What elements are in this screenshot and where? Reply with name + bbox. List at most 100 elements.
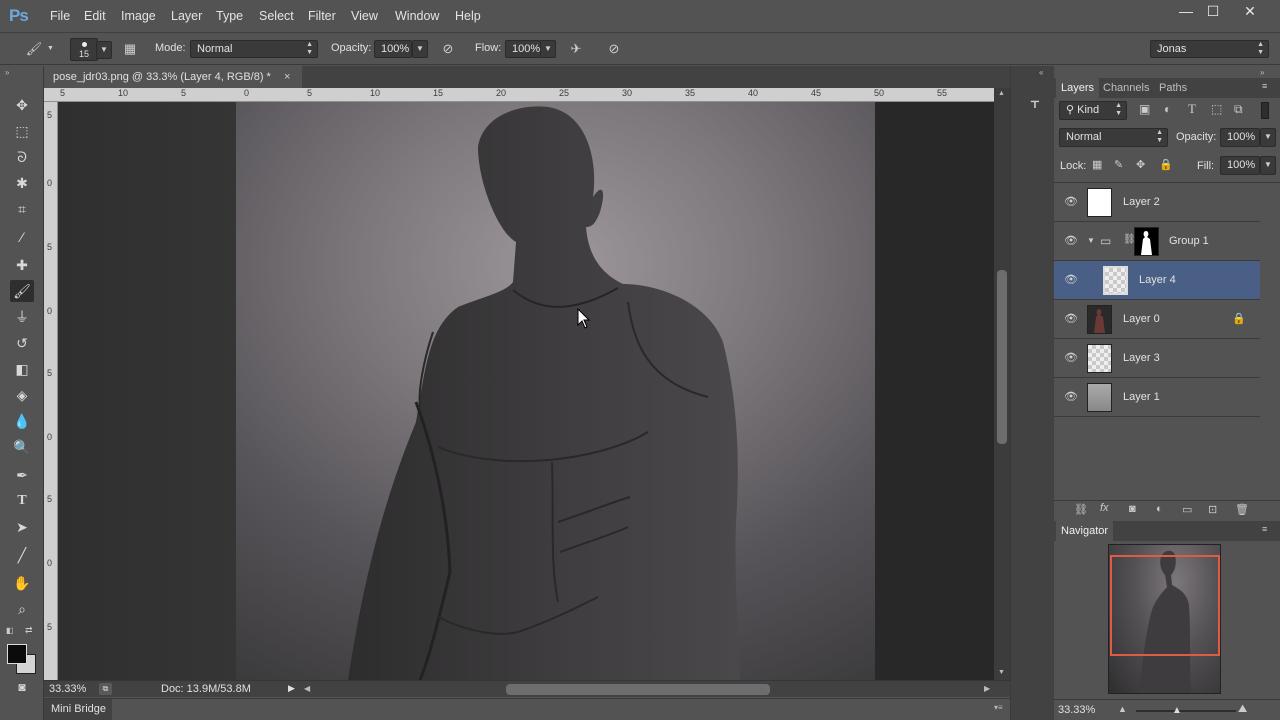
opacity-input[interactable]: 100% [374,40,412,58]
preset-dropdown-arrow-icon[interactable]: ▼ [47,45,54,52]
lasso-tool-icon[interactable]: ᘐ [10,146,34,168]
mini-bridge-tab[interactable]: Mini Bridge [44,699,112,720]
menu-file[interactable]: File [50,9,70,23]
collapse-toolbar-icon[interactable]: » [5,68,9,77]
lock-all-icon[interactable]: 🔒 [1159,158,1173,171]
status-menu-arrow-icon[interactable]: ▶ [288,683,295,694]
document-tab[interactable]: pose_jdr03.png @ 33.3% (Layer 4, RGB/8) … [44,66,302,88]
lock-transparent-icon[interactable]: ▦ [1092,158,1102,171]
menu-layer[interactable]: Layer [171,9,202,23]
menu-filter[interactable]: Filter [308,9,336,23]
fill-input[interactable]: 100% [1220,156,1260,175]
healing-brush-tool-icon[interactable]: ✚ [10,254,34,276]
menu-select[interactable]: Select [259,9,294,23]
lock-position-icon[interactable]: ✥ [1136,158,1145,171]
layer-name[interactable]: Layer 1 [1123,391,1160,403]
layer-name[interactable]: Layer 4 [1139,274,1176,286]
flow-input[interactable]: 100% [505,40,541,58]
pressure-opacity-icon[interactable]: ⊘ [438,39,458,59]
navigator-panel-menu-icon[interactable]: ≡ [1262,524,1267,534]
scroll-left-icon[interactable]: ◀ [304,684,310,693]
layer-opacity-dropdown-icon[interactable]: ▼ [1260,128,1276,147]
menu-help[interactable]: Help [455,9,481,23]
lock-image-pixels-icon[interactable]: ✎ [1114,158,1123,171]
zoom-in-icon[interactable]: ⛰ [1238,703,1247,716]
menu-image[interactable]: Image [121,9,156,23]
blend-mode-select[interactable]: Normal ▲ ▼ [1059,128,1168,147]
flow-dropdown-icon[interactable]: ▼ [540,40,556,58]
panel-menu-icon[interactable]: ▾≡ [994,703,1003,712]
history-brush-tool-icon[interactable]: ↺ [10,332,34,354]
opacity-dropdown-icon[interactable]: ▼ [412,40,428,58]
layer-name[interactable]: Layer 0 [1123,313,1160,325]
new-group-icon[interactable]: ▭ [1182,503,1192,516]
menu-window[interactable]: Window [395,9,439,23]
layer-style-icon[interactable]: fx [1100,502,1109,514]
layer-row-layer-4[interactable]: 👁 Layer 4 [1054,261,1260,300]
dodge-tool-icon[interactable]: 🔍 [10,436,34,458]
eyedropper-tool-icon[interactable]: ⁄ [10,226,34,248]
zoom-slider-track[interactable] [1136,710,1236,712]
new-layer-icon[interactable]: ⊡ [1208,503,1217,516]
layer-filter-select[interactable]: ⚲ Kind ▲ ▼ [1059,101,1127,120]
pixel-filter-icon[interactable]: ▣ [1139,102,1150,116]
layer-name[interactable]: Layer 3 [1123,352,1160,364]
layer-row-group-1[interactable]: 👁 ▼ ▭ ⛓ Group 1 [1054,222,1260,261]
eye-icon[interactable]: 👁 [1064,273,1078,287]
crop-tool-icon[interactable]: ⌗ [10,198,34,220]
expand-group-icon[interactable]: ▼ [1087,236,1095,245]
zoom-level[interactable]: 33.33% [49,683,86,695]
navigator-preview[interactable] [1108,544,1221,694]
swap-colors-icon[interactable]: ⇄ [25,625,33,636]
line-tool-icon[interactable]: ╱ [10,544,34,566]
blur-tool-icon[interactable]: 💧 [10,410,34,432]
layer-name[interactable]: Group 1 [1169,235,1209,247]
vertical-scrollbar[interactable]: ▲ ▼ [994,88,1010,680]
layer-opacity-input[interactable]: 100% [1220,128,1260,147]
tab-layers[interactable]: Layers [1056,78,1100,98]
eraser-tool-icon[interactable]: ◧ [10,358,34,380]
pressure-size-icon[interactable]: ⊘ [604,39,624,59]
menu-type[interactable]: Type [216,9,243,23]
brush-tool-preset-icon[interactable]: 🖌 [24,39,44,59]
workspace-select[interactable]: Jonas ▲ ▼ [1150,40,1269,58]
scroll-right-icon[interactable]: ▶ [984,684,990,693]
mode-select[interactable]: Normal ▲ ▼ [190,40,318,58]
zoom-tool-icon[interactable]: ⌕ [10,598,34,620]
brush-size-dropdown-icon[interactable]: ▼ [96,41,112,59]
scroll-down-icon[interactable]: ▼ [998,669,1005,676]
close-window-button[interactable]: ✕ [1235,2,1265,20]
layer-row-layer-2[interactable]: 👁 Layer 2 [1054,183,1260,222]
minimize-button[interactable]: — [1171,2,1201,20]
eye-icon[interactable]: 👁 [1064,312,1078,326]
zoom-out-icon[interactable]: ▲ [1118,704,1127,714]
layers-panel-menu-icon[interactable]: ≡ [1262,81,1267,91]
path-selection-tool-icon[interactable]: ➤ [10,516,34,538]
menu-edit[interactable]: Edit [84,9,106,23]
brush-size-picker[interactable]: 15 [70,38,98,61]
tab-navigator[interactable]: Navigator [1056,521,1114,541]
layer-row-layer-0[interactable]: 👁 Layer 0 🔒 [1054,300,1260,339]
delete-layer-icon[interactable]: 🗑 [1235,503,1249,516]
smart-object-filter-icon[interactable]: ⧉ [1234,102,1243,117]
pen-tool-icon[interactable]: ✒ [10,464,34,486]
filter-toggle-switch[interactable] [1261,102,1269,119]
brush-tool-icon[interactable]: 🖌 [10,280,34,302]
brush-panel-toggle-icon[interactable]: ▦ [120,39,140,59]
tab-channels[interactable]: Channels [1098,78,1154,98]
type-filter-icon[interactable]: T [1188,101,1196,117]
fill-dropdown-icon[interactable]: ▼ [1260,156,1276,175]
add-mask-icon[interactable]: ◙ [1129,503,1136,515]
adjustment-layer-icon[interactable]: ◐ [1156,503,1163,515]
close-document-icon[interactable]: × [284,66,290,88]
scroll-up-icon[interactable]: ▲ [998,90,1005,97]
horizontal-scroll-thumb[interactable] [506,684,770,695]
shape-filter-icon[interactable]: ⬚ [1211,102,1222,116]
clone-stamp-tool-icon[interactable]: ⏚ [10,306,34,328]
eye-icon[interactable]: 👁 [1064,234,1078,248]
type-tool-icon[interactable]: T [10,490,34,512]
navigator-zoom-value[interactable]: 33.33% [1058,704,1095,716]
link-layers-icon[interactable]: ⛓ [1074,503,1088,516]
eye-icon[interactable]: 👁 [1064,351,1078,365]
default-colors-icon[interactable]: ◧ [6,626,14,635]
